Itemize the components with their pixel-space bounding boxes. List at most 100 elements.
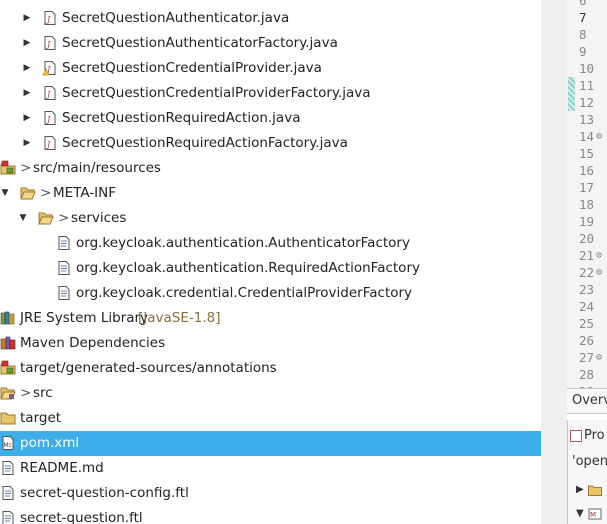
- tree-item[interactable]: ▶JRE System Library[JavaSE-1.8]: [0, 306, 541, 331]
- line-number: 22 ⊝: [567, 264, 607, 281]
- properties-tab[interactable]: Pro: [568, 424, 607, 448]
- tree-item[interactable]: ▼ > services: [0, 206, 541, 231]
- line-number-text: 23: [579, 282, 595, 297]
- tree-item[interactable]: ▶ J SecretQuestionAuthenticator.java: [0, 6, 541, 31]
- tree-item-prefix: >: [58, 210, 70, 226]
- line-number-text: 20: [579, 231, 595, 246]
- line-number: 18: [567, 196, 607, 213]
- tree-item[interactable]: ▶ J SecretQuestionCredentialProvider.java: [0, 56, 541, 81]
- folder-icon: [588, 485, 602, 496]
- tree-item[interactable]: ▼ > META-INF: [0, 181, 541, 206]
- tree-item[interactable]: M 2 pom.xml: [0, 431, 541, 456]
- line-number-text: 10: [579, 61, 595, 76]
- line-number: 16: [567, 162, 607, 179]
- fold-minus-icon[interactable]: ⊝: [596, 128, 602, 145]
- tree-item-label: src: [33, 385, 53, 401]
- source-folder-icon: [0, 160, 16, 176]
- line-number-text: 21: [579, 248, 595, 263]
- line-number-text: 25: [579, 316, 595, 331]
- tree-item-label: SecretQuestionRequiredAction.java: [62, 110, 301, 126]
- chevron-right-icon[interactable]: ▶: [22, 137, 32, 149]
- tree-item[interactable]: ▶>src: [0, 381, 541, 406]
- tree-item-label: org.keycloak.authentication.Authenticato…: [76, 235, 410, 251]
- chevron-right-icon[interactable]: ▶: [576, 484, 584, 495]
- svg-text:2: 2: [9, 443, 12, 449]
- tree-item-label: JRE System Library: [20, 310, 149, 326]
- folder-changed-icon: [0, 385, 16, 401]
- tree-item[interactable]: secret-question-config.ftl: [0, 481, 541, 506]
- line-number: 8: [567, 26, 607, 43]
- line-number: 24: [567, 298, 607, 315]
- overview-tab-label: Overv: [572, 393, 607, 408]
- tree-item[interactable]: README.md: [0, 456, 541, 481]
- line-number: 15: [567, 145, 607, 162]
- line-number: 10: [567, 60, 607, 77]
- maven-library-icon: [0, 335, 16, 351]
- tree-item-label: README.md: [20, 460, 104, 476]
- line-number-text: 28: [579, 367, 595, 382]
- tree-item[interactable]: ▶target: [0, 406, 541, 431]
- line-number-text: 13: [579, 112, 595, 127]
- tree-item[interactable]: ▶ J SecretQuestionAuthenticatorFactory.jav…: [0, 31, 541, 56]
- library-icon: [0, 310, 16, 326]
- tree-item[interactable]: ▼>src/main/resources: [0, 156, 541, 181]
- line-number-text: 12: [579, 95, 595, 110]
- line-number-text: 18: [579, 197, 595, 212]
- tree-item[interactable]: ▶ J SecretQuestionRequiredActionFactory.ja…: [0, 131, 541, 156]
- line-number-text: 14: [579, 129, 595, 144]
- line-number: 13: [567, 111, 607, 128]
- tree-item[interactable]: ▶ J SecretQuestionRequiredAction.java: [0, 106, 541, 131]
- tree-item-prefix: >: [20, 160, 32, 176]
- properties-value: 'open: [572, 454, 607, 469]
- text-file-icon: [0, 485, 16, 501]
- line-number: 27 ⊝: [567, 349, 607, 366]
- tree-item-label: target: [20, 410, 62, 426]
- chevron-right-icon[interactable]: ▶: [22, 87, 32, 99]
- tree-item-label: SecretQuestionAuthenticator.java: [62, 10, 290, 26]
- tree-item-decoration: [JavaSE-1.8]: [138, 310, 221, 326]
- line-number: 23: [567, 281, 607, 298]
- tree-item[interactable]: org.keycloak.credential.CredentialProvid…: [0, 281, 541, 306]
- panel-sash[interactable]: [541, 0, 567, 524]
- tree-item[interactable]: ▶ J SecretQuestionCredentialProviderFactor…: [0, 81, 541, 106]
- tree-item[interactable]: secret-question.ftl: [0, 506, 541, 524]
- tree-item-label: services: [71, 210, 127, 226]
- line-number: 25: [567, 315, 607, 332]
- chevron-down-icon[interactable]: ▼: [576, 508, 584, 519]
- tree-item-label: SecretQuestionCredentialProviderFactory.…: [62, 85, 371, 101]
- line-number: 7: [567, 9, 607, 26]
- tree-item-label: META-INF: [53, 185, 117, 201]
- folder-open-icon: [20, 185, 36, 201]
- chevron-down-icon[interactable]: ▼: [0, 187, 10, 199]
- svg-text:M: M: [590, 511, 596, 519]
- tree-item[interactable]: org.keycloak.authentication.Authenticato…: [0, 231, 541, 256]
- overview-tab[interactable]: Overv: [567, 388, 607, 414]
- chevron-down-icon[interactable]: ▼: [18, 212, 28, 224]
- fold-minus-icon[interactable]: ⊝: [596, 349, 602, 366]
- tree-item-label: SecretQuestionAuthenticatorFactory.java: [62, 35, 338, 51]
- tree-item-label: pom.xml: [20, 435, 80, 451]
- text-file-icon: [56, 285, 72, 301]
- tree-item-label: SecretQuestionRequiredActionFactory.java: [62, 135, 348, 151]
- chevron-right-icon[interactable]: ▶: [22, 112, 32, 124]
- tree-item[interactable]: org.keycloak.authentication.RequiredActi…: [0, 256, 541, 281]
- chevron-right-icon[interactable]: ▶: [22, 37, 32, 49]
- fold-minus-icon[interactable]: ⊝: [596, 264, 602, 281]
- properties-icon: [570, 430, 582, 442]
- text-file-icon: [0, 460, 16, 476]
- line-number: 17: [567, 179, 607, 196]
- tree-item[interactable]: target/generated-sources/annotations: [0, 356, 541, 381]
- chevron-right-icon[interactable]: ▶: [22, 62, 32, 74]
- tree-item-label: secret-question-config.ftl: [20, 485, 189, 501]
- line-number: 26: [567, 332, 607, 349]
- line-number-text: 7: [579, 10, 587, 25]
- maven-icon: M: [588, 508, 602, 520]
- properties-tab-label: Pro: [584, 428, 605, 443]
- line-number-text: 6: [579, 0, 587, 8]
- xml-file-icon: M2: [0, 435, 16, 451]
- tree-item[interactable]: ▶Maven Dependencies: [0, 331, 541, 356]
- line-number: 14 ⊝: [567, 128, 607, 145]
- chevron-right-icon[interactable]: ▶: [22, 12, 32, 24]
- tree-item-label: Maven Dependencies: [20, 335, 166, 351]
- fold-minus-icon[interactable]: ⊝: [596, 247, 602, 264]
